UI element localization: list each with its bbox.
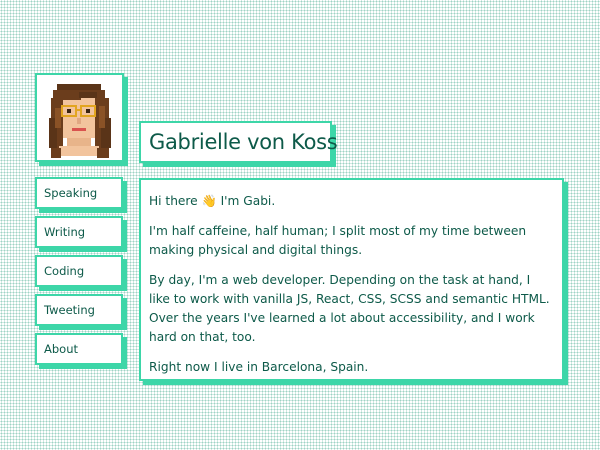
intro-paragraph: Hi there 👋 I'm Gabi. — [149, 194, 276, 208]
nav-item-coding[interactable]: Coding — [35, 255, 123, 287]
avatar — [49, 84, 111, 158]
nav-item-speaking[interactable]: Speaking — [35, 177, 123, 209]
work-paragraph: By day, I'm a web developer. Depending o… — [149, 273, 550, 344]
page-title: Gabrielle von Koss — [149, 130, 338, 154]
avatar-frame — [35, 73, 124, 162]
about-content: Hi there 👋 I'm Gabi. I'm half caffeine, … — [139, 178, 564, 381]
bio-paragraph: I'm half caffeine, half human; I split m… — [149, 224, 527, 257]
location-paragraph: Right now I live in Barcelona, Spain. — [149, 360, 369, 374]
nav-item-tweeting[interactable]: Tweeting — [35, 294, 123, 326]
nav-item-writing[interactable]: Writing — [35, 216, 123, 248]
nav-item-about[interactable]: About — [35, 333, 123, 365]
name-heading-box: Gabrielle von Koss — [139, 121, 338, 163]
